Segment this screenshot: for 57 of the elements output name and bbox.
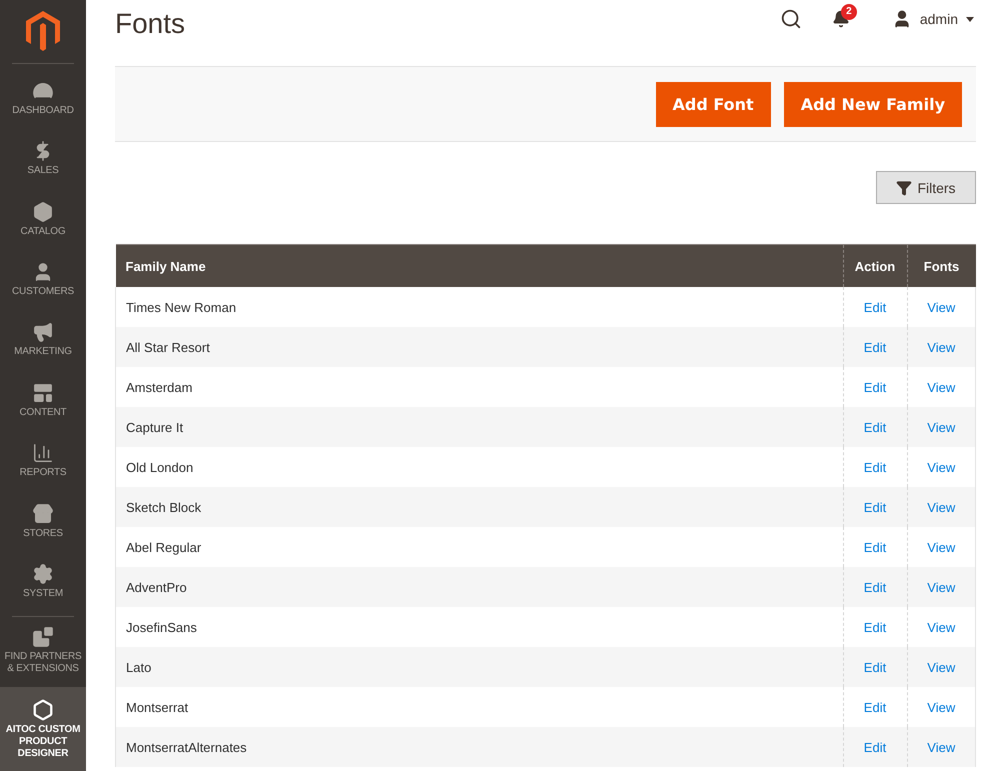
edit-link[interactable]: Edit: [864, 540, 886, 554]
edit-link[interactable]: Edit: [864, 700, 886, 714]
edit-link[interactable]: Edit: [864, 460, 886, 474]
page-title: Fonts: [115, 8, 186, 40]
nav-item[interactable]: FIND PARTNERS & EXTENSIONS: [0, 620, 86, 681]
view-link[interactable]: View: [927, 420, 956, 434]
settings-icon: [32, 562, 54, 585]
view-link[interactable]: View: [927, 580, 956, 594]
search-button[interactable]: [780, 8, 802, 30]
view-link[interactable]: View: [927, 740, 956, 754]
search-icon: [780, 8, 802, 30]
view-link[interactable]: View: [927, 540, 956, 554]
megaphone-icon: [32, 321, 54, 344]
edit-link[interactable]: Edit: [864, 500, 886, 514]
nav-item[interactable]: DASHBOARD: [0, 68, 86, 129]
view-link[interactable]: View: [927, 500, 956, 514]
edit-link[interactable]: Edit: [864, 300, 886, 314]
edit-link[interactable]: Edit: [864, 340, 886, 354]
filter-icon: [896, 180, 912, 196]
view-link[interactable]: View: [927, 380, 956, 394]
view-link[interactable]: View: [927, 460, 956, 474]
caret-icon: [966, 16, 974, 22]
view-link[interactable]: View: [927, 340, 956, 354]
view-link[interactable]: View: [927, 620, 956, 634]
edit-link[interactable]: Edit: [864, 740, 886, 754]
layout-icon: [32, 382, 54, 404]
column-header: Action: [843, 244, 907, 287]
nav-item[interactable]: SALES: [0, 128, 86, 190]
nav-item[interactable]: CUSTOMERS: [0, 249, 86, 310]
notification-badge: 2: [840, 4, 857, 20]
view-link[interactable]: View: [927, 660, 956, 674]
nav-item[interactable]: STORES: [0, 490, 86, 552]
table-cell: MontserratAlternates: [116, 727, 843, 767]
column-header: Fonts: [907, 244, 976, 287]
filters-button[interactable]: Filters: [876, 171, 976, 204]
nav-item[interactable]: REPORTS: [0, 430, 86, 491]
store-icon: [32, 502, 54, 525]
view-link[interactable]: View: [927, 700, 956, 714]
hexagon-icon: [32, 698, 54, 720]
column-header: Family Name: [116, 244, 843, 287]
primary-button[interactable]: Add Font: [656, 82, 771, 126]
edit-link[interactable]: Edit: [864, 380, 886, 394]
nav-item[interactable]: CONTENT: [0, 370, 86, 431]
edit-link[interactable]: Edit: [864, 620, 886, 634]
primary-button[interactable]: Add New Family: [784, 82, 962, 126]
nav-item[interactable]: SYSTEM: [0, 551, 86, 612]
user-menu-button[interactable]: admin: [892, 9, 974, 29]
nav-item[interactable]: MARKETING: [0, 310, 86, 370]
nav-item[interactable]: AITOC CUSTOM PRODUCT DESIGNER: [0, 686, 86, 771]
logo-icon[interactable]: [26, 10, 60, 51]
edit-link[interactable]: Edit: [864, 580, 886, 594]
nav-item[interactable]: CATALOG: [0, 189, 86, 250]
bar-chart-icon: [32, 442, 54, 464]
view-link[interactable]: View: [927, 300, 956, 314]
edit-link[interactable]: Edit: [864, 420, 886, 434]
notifications-button[interactable]: 2: [832, 2, 862, 28]
edit-link[interactable]: Edit: [864, 660, 886, 674]
